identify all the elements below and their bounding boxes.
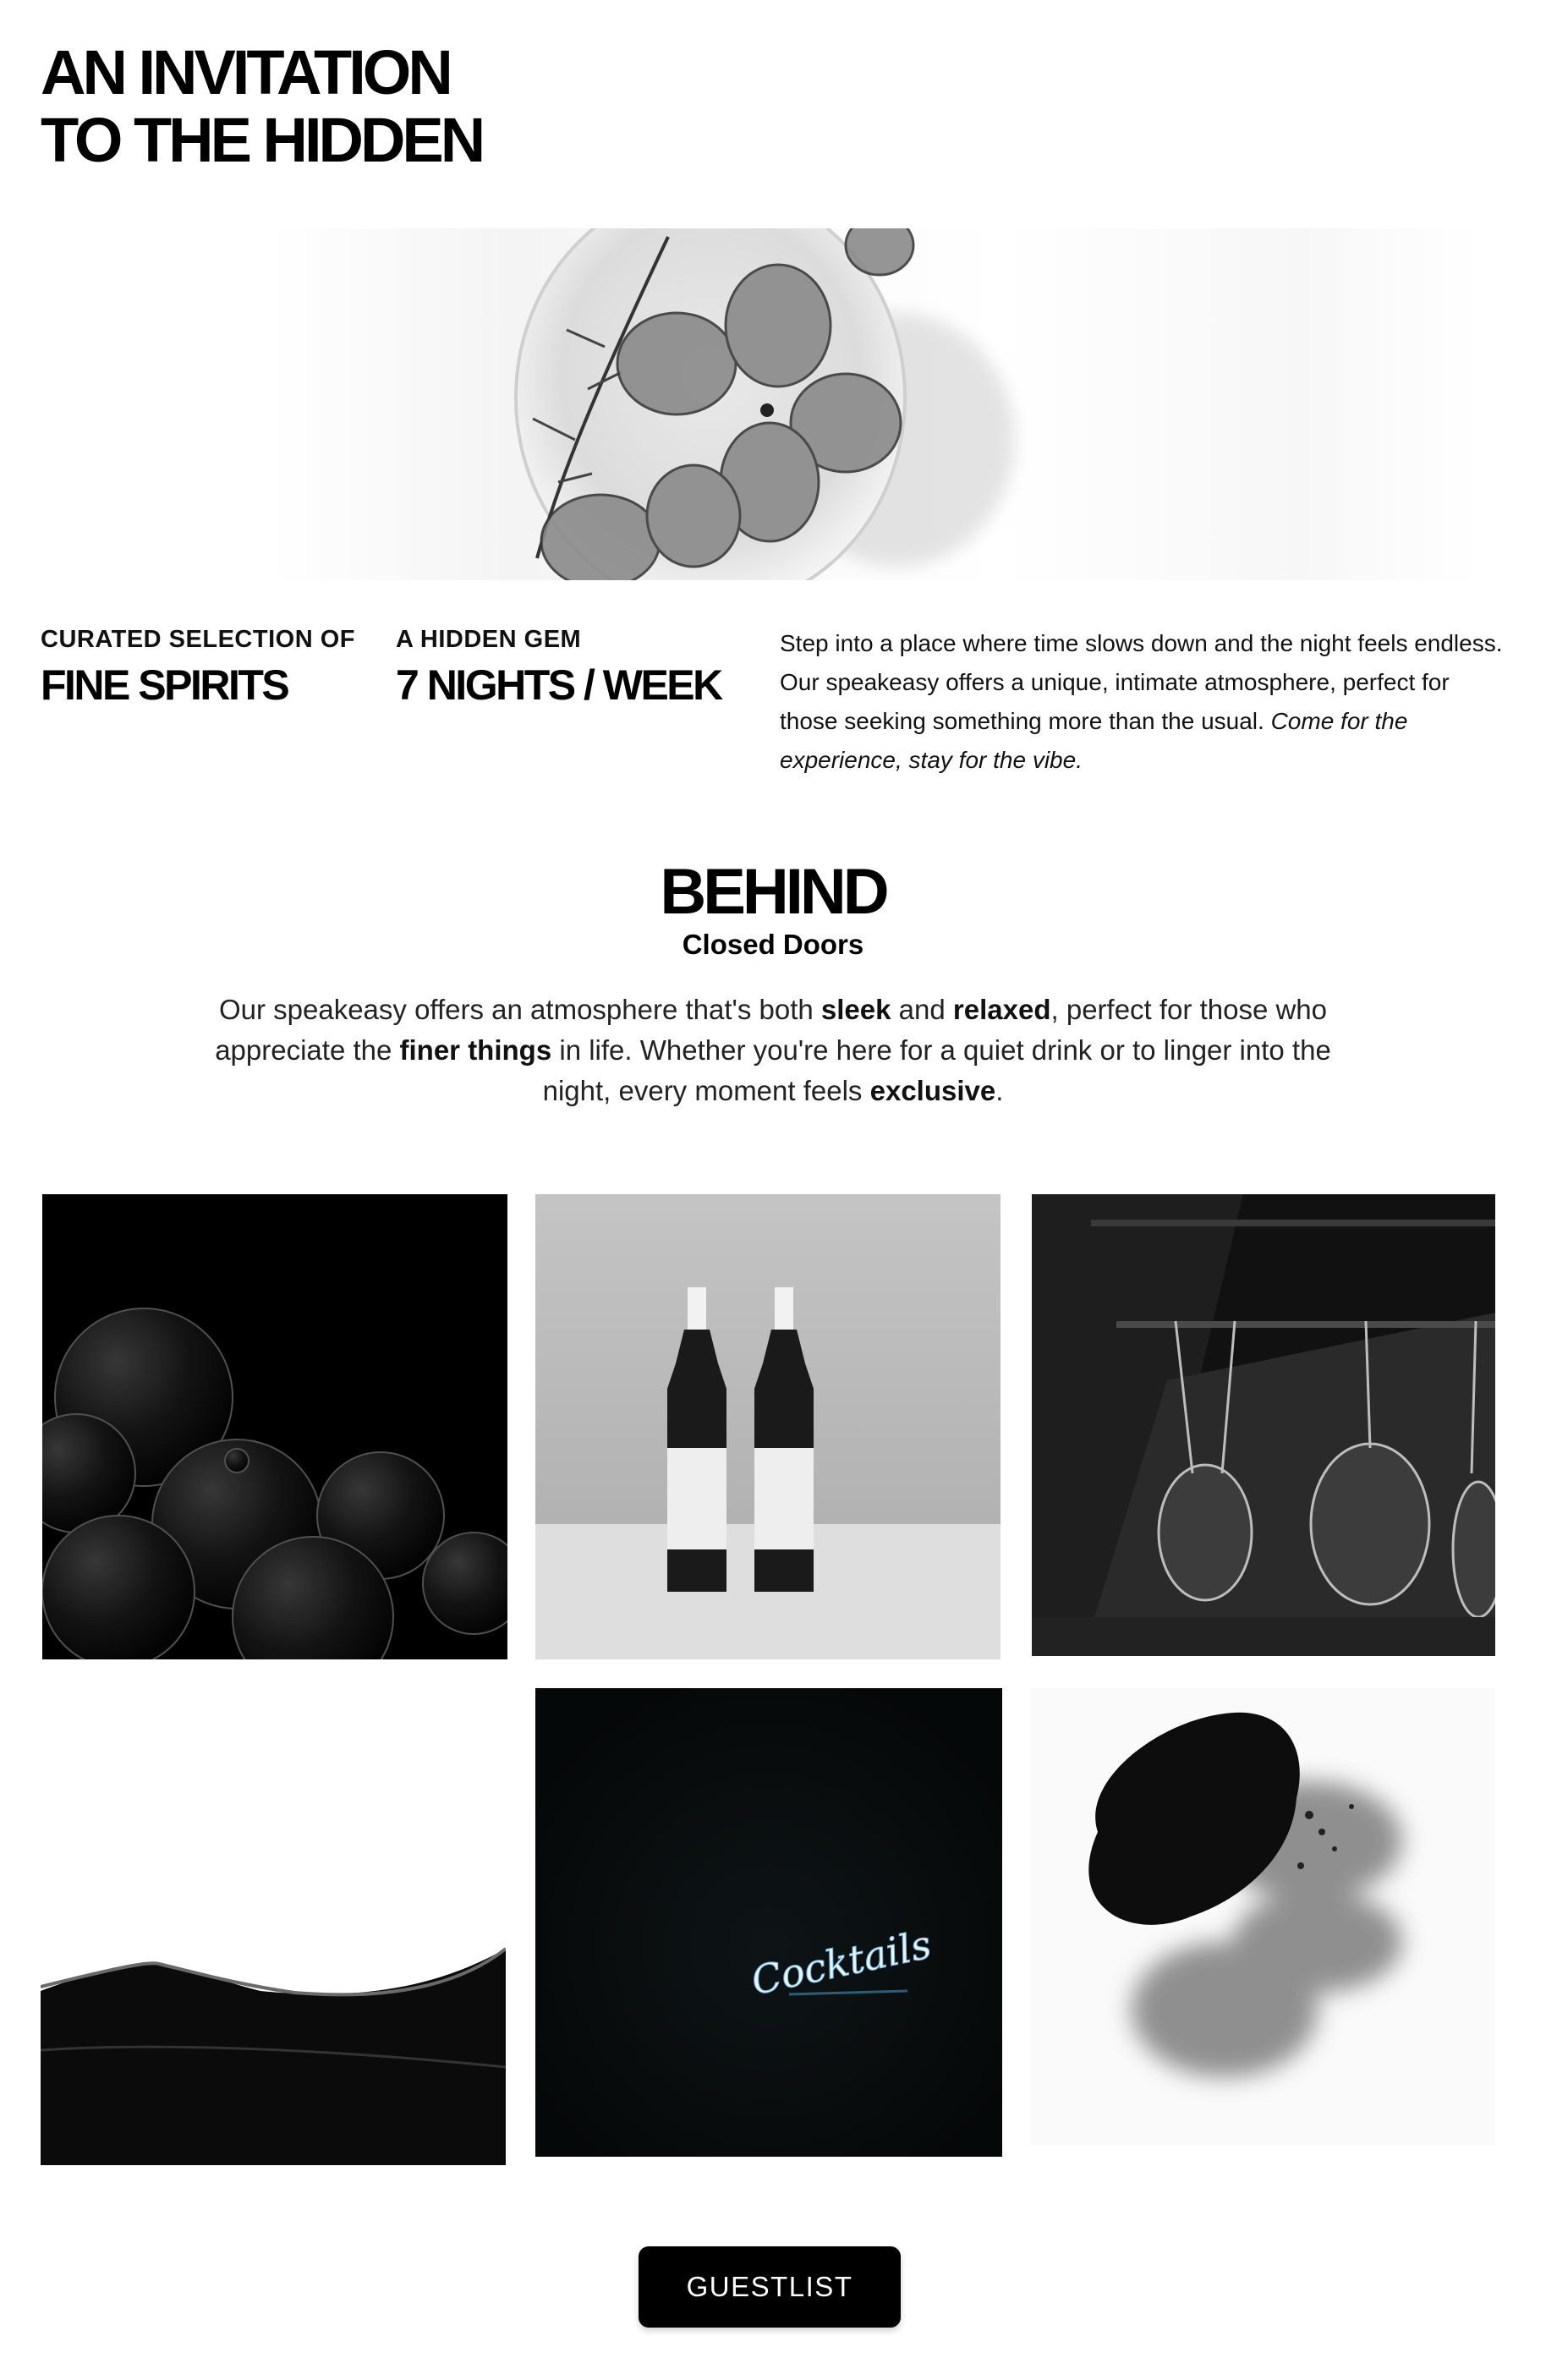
intro-paragraph: Step into a place where time slows down …: [780, 624, 1512, 780]
hero-title: AN INVITATION TO THE HIDDEN: [41, 37, 485, 175]
body-bold: finer things: [399, 1034, 552, 1066]
section-body: Our speakeasy offers an atmosphere that'…: [203, 990, 1343, 1111]
gallery-image-glass-rim: [41, 1695, 506, 2165]
gallery-image-bubbles: [42, 1194, 507, 1659]
hero-title-line-2: TO THE HIDDEN: [41, 105, 485, 175]
guestlist-button[interactable]: GUESTLIST: [639, 2246, 901, 2328]
hero-image-pressed-flowers: [271, 228, 1480, 580]
body-bold: exclusive: [869, 1075, 996, 1106]
stat-value: FINE SPIRITS: [41, 661, 290, 709]
stat-nights-per-week: A HIDDEN GEM 7 NIGHTS / WEEK: [396, 626, 723, 710]
stat-label: CURATED SELECTION OF: [41, 626, 355, 653]
section-subtitle: Closed Doors: [682, 929, 864, 960]
gallery-image-ink-splash: [1030, 1688, 1495, 2145]
body-text: .: [995, 1075, 1004, 1106]
page: AN INVITATION TO THE HIDDEN CURATED SELE…: [0, 0, 1546, 2380]
body-bold: sleek: [820, 994, 891, 1025]
stat-value: 7 NIGHTS / WEEK: [396, 661, 723, 709]
section-title: BEHIND: [660, 856, 889, 928]
body-text: Our speakeasy offers an atmosphere that'…: [218, 994, 821, 1025]
gallery-image-wine-bottles: [535, 1194, 1001, 1659]
body-text: and: [891, 994, 953, 1025]
body-bold: relaxed: [952, 994, 1051, 1025]
stat-fine-spirits: CURATED SELECTION OF FINE SPIRITS: [41, 626, 355, 710]
gallery-image-wine-glasses: [1032, 1194, 1495, 1656]
gallery-image-cocktails-neon: Cocktails: [535, 1688, 1002, 2157]
hero-title-line-1: AN INVITATION: [41, 37, 453, 107]
stat-label: A HIDDEN GEM: [396, 626, 582, 653]
